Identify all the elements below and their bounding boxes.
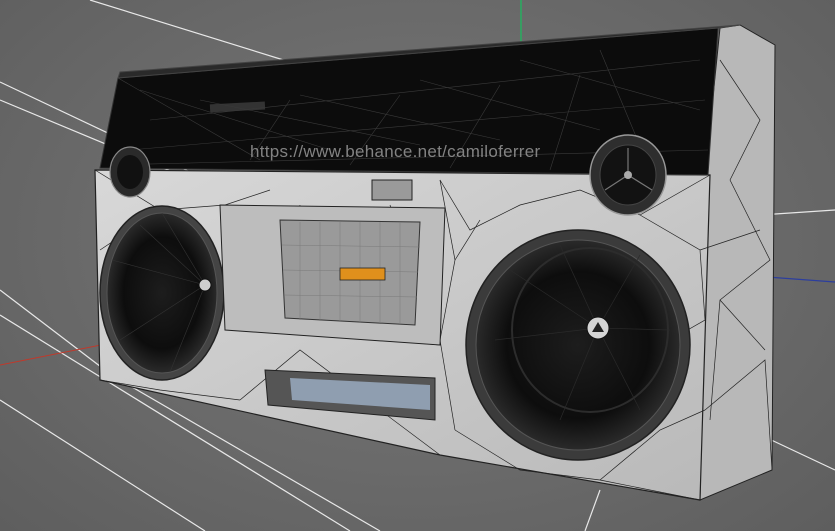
left-woofer[interactable] <box>99 205 225 381</box>
left-tweeter[interactable] <box>109 146 151 198</box>
watermark: https://www.behance.net/camiloferrer <box>250 142 541 161</box>
right-woofer[interactable] <box>465 229 691 461</box>
right-tweeter[interactable] <box>589 134 667 216</box>
boombox-body[interactable] <box>94 24 776 501</box>
left-woofer-dustcap <box>198 278 212 292</box>
3d-viewport[interactable]: https://www.behance.net/camiloferrer <box>0 0 835 531</box>
tape-label <box>339 267 386 281</box>
scene-canvas[interactable] <box>0 0 835 531</box>
counter-display <box>371 179 413 201</box>
